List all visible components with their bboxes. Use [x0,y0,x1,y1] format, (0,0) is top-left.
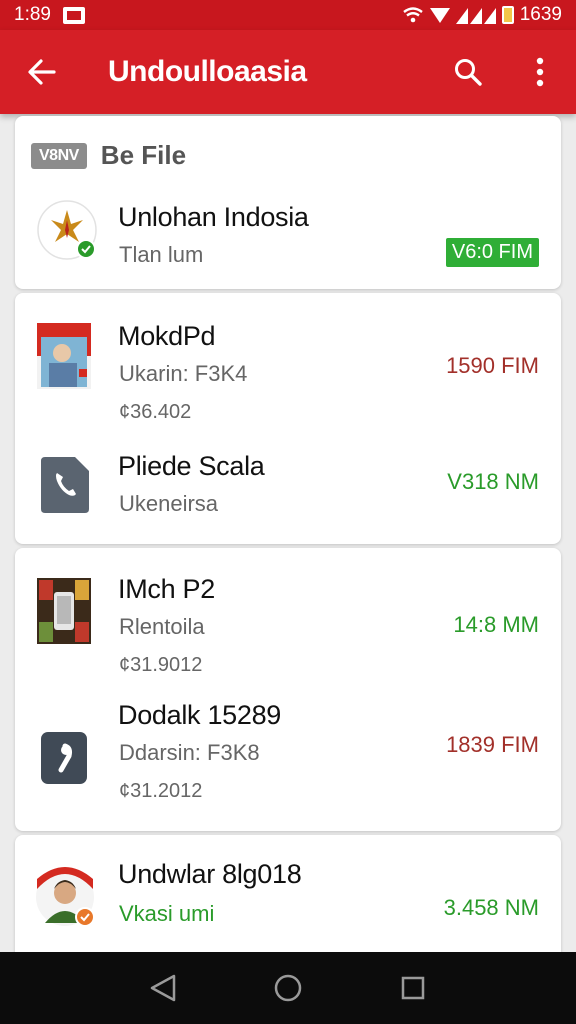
phone-file-icon [41,457,89,513]
list-item[interactable]: MokdPd Ukarin: F3K4 ¢36.402 1590 FIM [15,313,561,433]
card-group: MokdPd Ukarin: F3K4 ¢36.402 1590 FIM Pli… [15,293,561,544]
item-amount-badge: V6:0 FIM [445,238,539,267]
item-amount: V318 NM [447,469,539,494]
item-amount: 1839 FIM [446,732,539,757]
item-subtitle: Ddarsin: F3K8 [119,740,260,765]
item-name: Undwlar 8lg018 [118,859,302,889]
list-item[interactable]: Dodalk 15289 Ddarsin: F3K8 ¢31.2012 1839… [15,700,561,824]
section-header: V8NV Be File [31,140,186,171]
more-vert-icon [536,57,544,87]
search-button[interactable] [432,30,504,114]
item-extra: ¢36.402 [119,401,192,423]
item-amount: 3.458 NM [443,895,539,920]
list-item[interactable]: Undwlar 8lg018 Vkasi umi 3.458 NM [15,857,561,952]
item-amount: 14:8 MM [453,612,539,637]
item-name: IMch P2 [118,574,215,604]
item-subtitle: Ukarin: F3K4 [119,361,248,386]
item-name: Unlohan Indosia [118,202,309,232]
card-group: Undwlar 8lg018 Vkasi umi 3.458 NM [15,835,561,952]
arrow-back-icon [28,59,56,85]
nav-back-icon[interactable] [148,973,178,1003]
section-title: Be File [100,140,187,170]
item-subtitle: Rlentoila [119,614,205,639]
cell-signal-icon [455,8,496,24]
item-name: Dodalk 15289 [118,700,282,730]
movie-thumbnail [37,578,91,644]
status-time: 1:89 [14,4,51,25]
search-icon [455,59,482,86]
item-subtitle: Ukeneirsa [119,491,219,516]
item-subtitle: Vkasi umi [119,901,215,926]
app-bar: Undoulloaasia [0,30,576,114]
emblem-avatar-icon [37,200,97,260]
item-name: Pliede Scala [118,451,265,481]
more-options-button[interactable] [504,30,576,114]
section-badge: V8NV [31,142,87,169]
notification-icon [62,6,85,24]
status-bar: 1:89 1639 [0,0,576,30]
item-name: MokdPd [118,321,216,351]
card-section: V8NV Be File Unlohan Indosia Tlan lum V6… [15,116,561,289]
battery-icon [501,6,514,24]
person-avatar-icon [36,867,95,927]
list-item[interactable]: Unlohan Indosia Tlan lum V6:0 FIM [15,196,561,286]
card-group: IMch P2 Rlentoila ¢31.9012 14:8 MM Dodal… [15,548,561,831]
wifi-icon [402,7,423,23]
nav-home-icon[interactable] [273,973,303,1003]
item-extra: ¢31.9012 [119,654,203,676]
signal-icon [429,8,450,23]
list-item[interactable]: IMch P2 Rlentoila ¢31.9012 14:8 MM [15,570,561,700]
content-list[interactable]: V8NV Be File Unlohan Indosia Tlan lum V6… [0,114,576,952]
item-subtitle: Tlan lum [119,242,204,267]
status-icons [402,6,514,24]
nav-recents-icon[interactable] [398,973,428,1003]
system-nav-bar [0,952,576,1024]
item-amount: 1590 FIM [446,353,539,378]
back-button[interactable] [0,30,84,114]
page-title: Undoulloaasia [108,55,307,88]
list-item[interactable]: Pliede Scala Ukeneirsa V318 NM [15,443,561,538]
item-extra: ¢31.2012 [119,780,203,802]
battery-text: 1639 [519,4,562,25]
flag-photo-thumbnail [37,323,91,389]
audio-file-icon [41,732,87,784]
